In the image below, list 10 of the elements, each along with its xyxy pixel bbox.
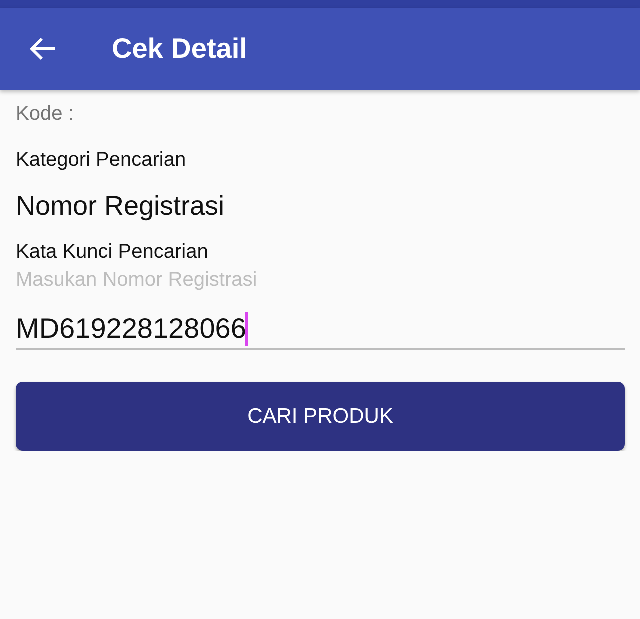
code-label: Kode :	[16, 102, 75, 126]
category-label: Kategori Pencarian	[16, 148, 188, 172]
text-cursor	[245, 312, 248, 346]
back-arrow-icon	[30, 37, 56, 61]
search-product-button[interactable]: CARI PRODUK	[16, 382, 625, 452]
category-value[interactable]: Nomor Registrasi	[16, 190, 625, 222]
keyword-label: Kata Kunci Pencarian	[16, 240, 210, 264]
floating-label: Masukan Nomor Registrasi	[16, 268, 258, 292]
input-field[interactable]: MD619228128066	[16, 313, 246, 346]
screen-title: Cek Detail	[112, 33, 248, 65]
